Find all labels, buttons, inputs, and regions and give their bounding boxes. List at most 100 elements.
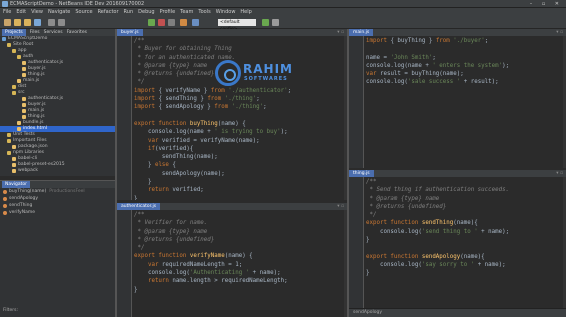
config-select[interactable]: <default config> bbox=[218, 19, 256, 32]
tree-node-label: src bbox=[18, 90, 25, 95]
save-all-icon[interactable] bbox=[34, 19, 41, 26]
code-line: return verified; bbox=[134, 186, 345, 194]
menu-refactor[interactable]: Refactor bbox=[98, 8, 119, 17]
menu-tools[interactable]: Tools bbox=[198, 8, 210, 17]
code-line: sendThing(name); bbox=[134, 153, 345, 161]
menu-team[interactable]: Team bbox=[180, 8, 193, 17]
menu-source[interactable]: Source bbox=[75, 8, 92, 17]
code-token: ; bbox=[263, 104, 267, 111]
code-token: * @param {type} name bbox=[134, 228, 208, 235]
panel-divider[interactable] bbox=[115, 29, 117, 317]
navigator-item[interactable]: verifyName bbox=[0, 209, 115, 216]
code-token: * Send thing if authentication succeeds. bbox=[366, 187, 510, 194]
code-token: return bbox=[134, 278, 173, 285]
code-token: * @returns {undefined} bbox=[134, 236, 215, 243]
run-icon[interactable] bbox=[148, 19, 155, 26]
tab-list-icon[interactable]: ▾ ▫ bbox=[337, 29, 347, 36]
editor-tab-buyer[interactable]: buyer.js bbox=[117, 29, 143, 36]
code-token: var bbox=[134, 261, 162, 268]
code-line: } bbox=[366, 236, 564, 244]
code-line: } bbox=[134, 178, 345, 186]
tab-list-icon[interactable]: ▾ ▫ bbox=[556, 170, 566, 177]
panel-tab-services[interactable]: Services bbox=[44, 29, 63, 36]
editor-main: main.js ▾ ▫ import { buyThing } from './b… bbox=[349, 29, 566, 168]
navigator-item[interactable]: sendApology bbox=[0, 195, 115, 202]
code-token: } bbox=[366, 270, 370, 277]
code-token: 'sale success ' bbox=[407, 79, 461, 86]
navigator-panel: Navigator buyThing(name) ProductionsFeel s… bbox=[0, 180, 115, 317]
code-token: (name){ bbox=[460, 253, 485, 260]
folder-icon bbox=[12, 157, 16, 161]
navigator-item-label: buyThing(name) bbox=[9, 189, 47, 194]
menu-edit[interactable]: Edit bbox=[16, 8, 26, 17]
code-token: * @param {type} name bbox=[366, 195, 440, 202]
new-project-icon[interactable] bbox=[14, 19, 21, 26]
code-line: import { sendApology } from './thing'; bbox=[134, 103, 345, 111]
window-controls[interactable]: – ▫ ✕ bbox=[530, 0, 563, 7]
code-token: if bbox=[134, 145, 155, 152]
code-area-thing[interactable]: /** * Send thing if authentication succe… bbox=[366, 178, 564, 278]
projects-panel: Projects Files Services Favorites ECMAScrip… bbox=[0, 29, 115, 176]
panel-tab-projects[interactable]: Projects bbox=[2, 29, 26, 36]
file-icon bbox=[22, 115, 26, 119]
navigator-item-label: sendThing bbox=[9, 203, 33, 208]
menu-file[interactable]: File bbox=[3, 8, 11, 17]
open-project-icon[interactable] bbox=[24, 19, 31, 26]
tab-list-icon[interactable]: ▾ ▫ bbox=[556, 29, 566, 36]
projects-panel-tabs: Projects Files Services Favorites bbox=[0, 29, 115, 36]
menu-navigate[interactable]: Navigate bbox=[48, 8, 70, 17]
code-line: * @returns {undefined} bbox=[134, 236, 345, 244]
navigator-item[interactable]: sendThing bbox=[0, 202, 115, 209]
code-token: } bbox=[134, 179, 152, 186]
file-icon bbox=[17, 127, 21, 131]
tab-list-icon[interactable]: ▾ ▫ bbox=[337, 203, 347, 210]
menu-run[interactable]: Run bbox=[124, 8, 134, 17]
tree-node[interactable]: webpack bbox=[0, 168, 115, 174]
navigator-title[interactable]: Navigator bbox=[2, 181, 31, 188]
code-line: var result = buyThing(name); bbox=[366, 70, 564, 78]
redo-icon[interactable] bbox=[58, 19, 65, 26]
run-project-icon[interactable] bbox=[262, 19, 269, 26]
stop-icon[interactable] bbox=[272, 19, 279, 26]
menu-debug[interactable]: Debug bbox=[138, 8, 154, 17]
editor-tab-thing[interactable]: thing.js bbox=[349, 170, 374, 177]
breadcrumb-function[interactable]: sendApology bbox=[353, 310, 382, 315]
folder-icon bbox=[12, 169, 16, 173]
menu-view[interactable]: View bbox=[31, 8, 43, 17]
undo-icon[interactable] bbox=[48, 19, 55, 26]
menu-help[interactable]: Help bbox=[240, 8, 251, 17]
code-token: sendApology bbox=[421, 253, 461, 260]
profile-icon[interactable] bbox=[180, 19, 187, 26]
code-line: export function sendApology(name){ bbox=[366, 253, 564, 261]
code-token: result = buyThing(name); bbox=[379, 71, 464, 78]
code-token: requiredNameLength = 1; bbox=[161, 261, 243, 268]
code-token: ); bbox=[502, 62, 510, 69]
logo-ring-icon bbox=[215, 60, 241, 86]
code-token: import bbox=[134, 104, 155, 111]
navigator-item[interactable]: buyThing(name) ProductionsFeel bbox=[0, 188, 115, 195]
code-line: * @param {type} name bbox=[366, 195, 564, 203]
editor-tab-main[interactable]: main.js bbox=[349, 29, 374, 36]
clean-build-icon[interactable] bbox=[168, 19, 175, 26]
code-token: from bbox=[435, 38, 450, 44]
navigator-header: Navigator bbox=[0, 181, 115, 188]
filters-label: Filters: bbox=[3, 308, 19, 313]
panel-tab-favorites[interactable]: Favorites bbox=[67, 29, 87, 36]
editor-divider[interactable] bbox=[347, 29, 349, 317]
panel-tab-files[interactable]: Files bbox=[30, 29, 40, 36]
code-area-main[interactable]: import { buyThing } from './buyer'; name… bbox=[366, 37, 564, 87]
code-token: export function bbox=[366, 253, 422, 260]
browser-icon[interactable] bbox=[192, 19, 199, 26]
menu-window[interactable]: Window bbox=[216, 8, 236, 17]
code-token: 'send thing to ' bbox=[421, 228, 478, 235]
code-token: } bbox=[134, 162, 155, 169]
editor-tab-authenticator[interactable]: authenticator.js bbox=[117, 203, 161, 210]
debug-icon[interactable] bbox=[158, 19, 165, 26]
file-icon bbox=[22, 103, 26, 107]
menu-profile[interactable]: Profile bbox=[160, 8, 176, 17]
new-file-icon[interactable] bbox=[4, 19, 11, 26]
code-area-authenticator[interactable]: /** * Verifier for name. * @param {type}… bbox=[134, 211, 345, 294]
code-token: name.length > requiredNameLength; bbox=[172, 278, 288, 285]
code-token: var bbox=[134, 137, 162, 144]
